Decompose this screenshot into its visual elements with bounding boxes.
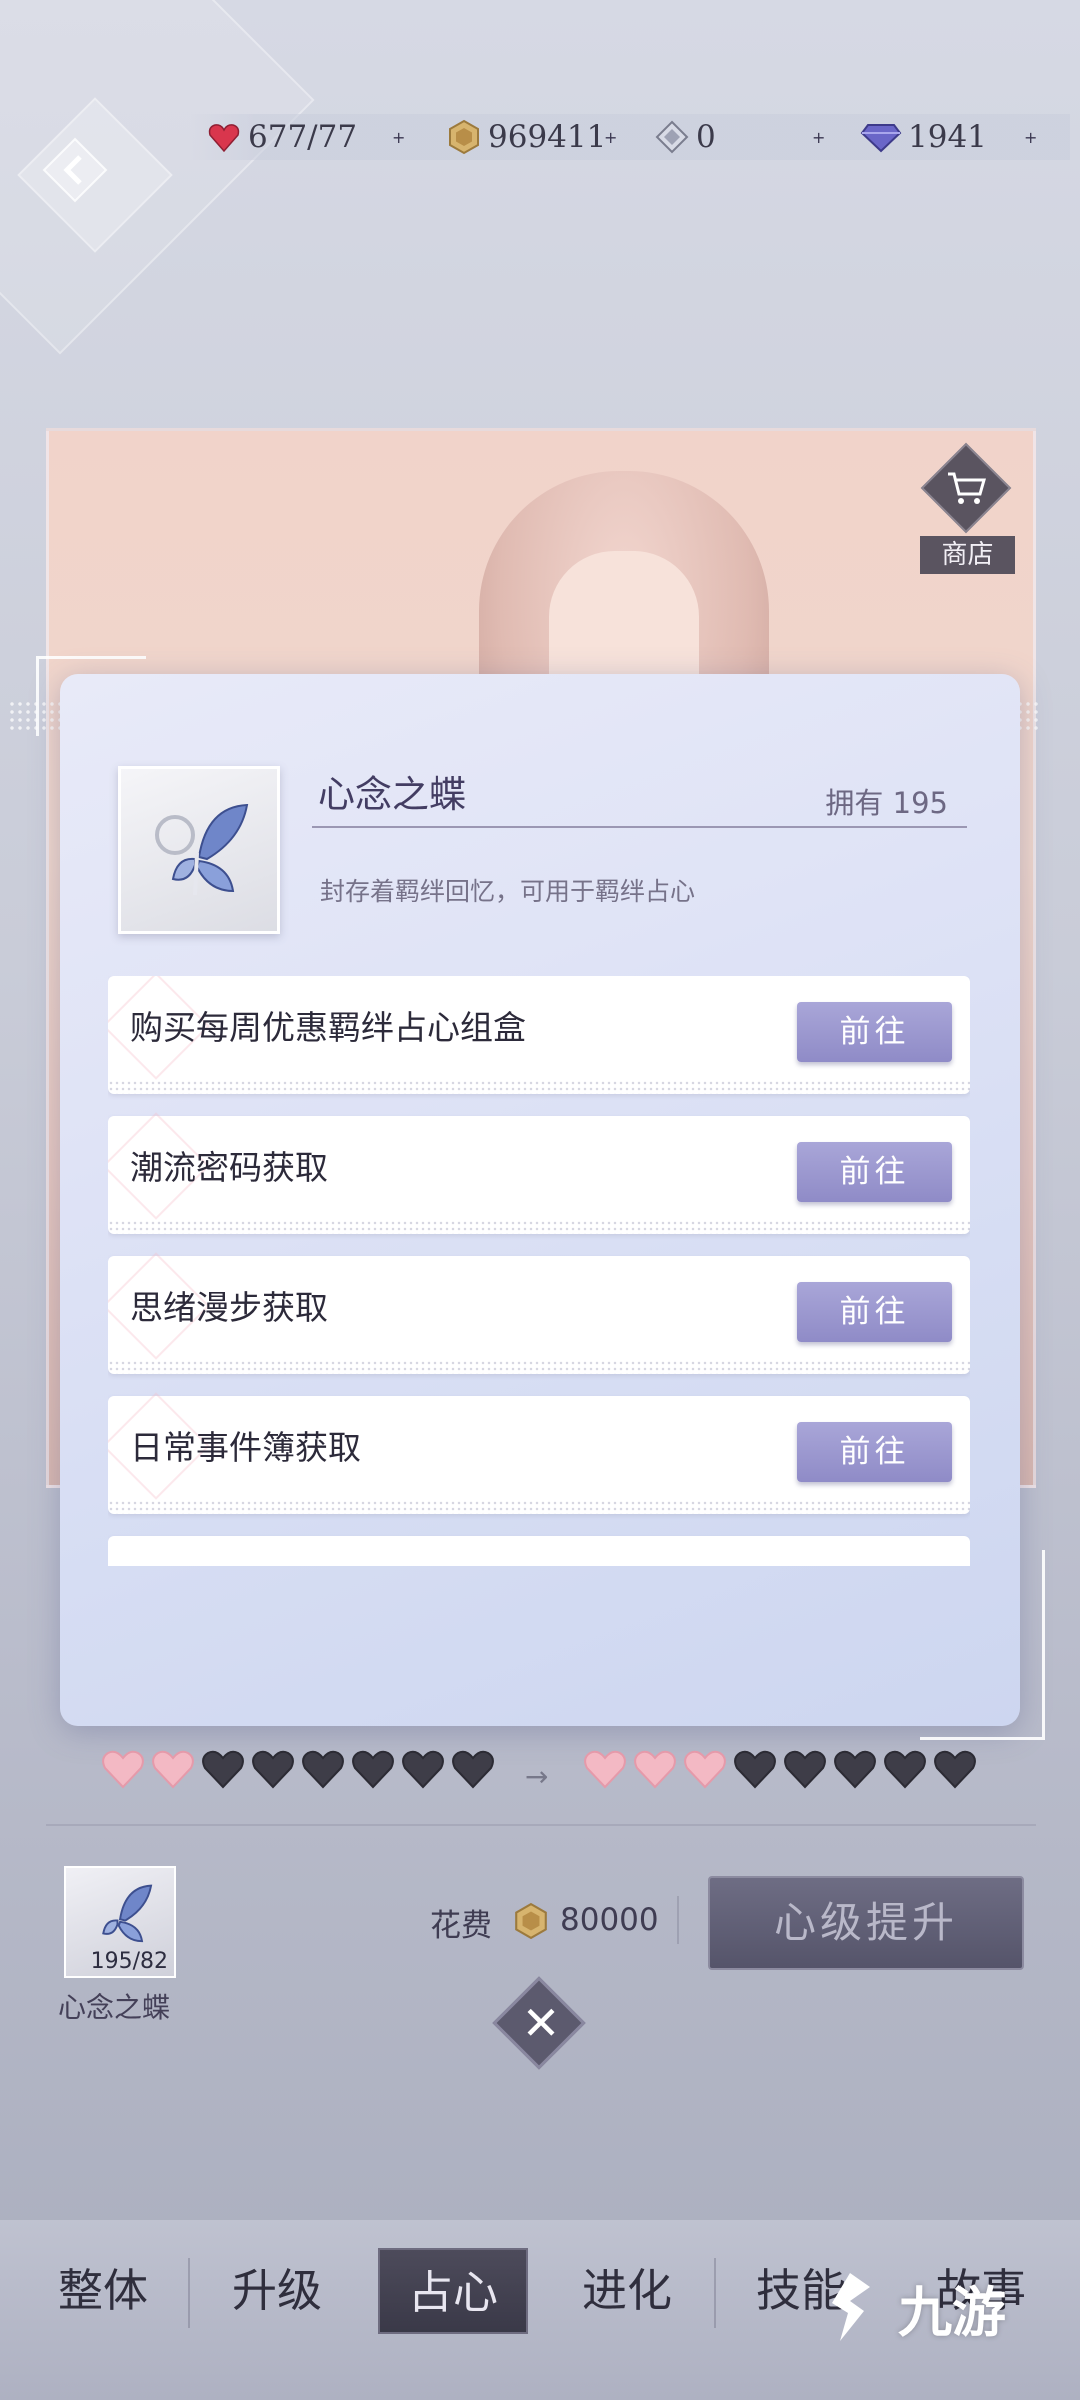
- add-gold-button[interactable]: +: [604, 114, 617, 160]
- gold-coin-icon: [515, 1902, 547, 1940]
- diamond-value: 1941: [908, 119, 987, 155]
- add-stamina-button[interactable]: +: [392, 114, 405, 160]
- heart-empty-icon: [784, 1750, 826, 1789]
- heart-empty-icon: [252, 1750, 294, 1789]
- cost-value: 80000: [560, 1902, 659, 1938]
- goto-button[interactable]: 前往: [797, 1142, 952, 1202]
- crystal-value: 0: [696, 119, 716, 155]
- source-label: 思绪漫步获取: [130, 1288, 328, 1327]
- source-row-partial: [108, 1536, 970, 1566]
- crystal-icon: [655, 120, 689, 154]
- item-thumbnail: [118, 766, 280, 934]
- heart-empty-icon: [734, 1750, 776, 1789]
- source-label: 购买每周优惠羁绊占心组盒: [130, 1008, 526, 1047]
- jiuyou-logo-icon: [832, 2273, 870, 2341]
- heart-empty-icon: [352, 1750, 394, 1789]
- stamina-value: 677/77: [248, 119, 358, 155]
- resource-diamond: 1941: [860, 114, 987, 160]
- resource-gold: 969411: [446, 114, 606, 160]
- material-count: 195/82: [90, 1949, 168, 1974]
- shop-button[interactable]: 商店: [920, 442, 1015, 578]
- diamond-icon: [860, 124, 902, 153]
- watermark-text: 九游: [898, 2280, 1006, 2344]
- heart-filled-icon: [152, 1750, 194, 1789]
- tab-separator: [714, 2258, 716, 2328]
- resource-crystal: 0: [654, 114, 716, 160]
- material-name: 心念之蝶: [58, 1991, 171, 2024]
- heart-gem-icon: [208, 124, 240, 153]
- back-arrow-icon[interactable]: [40, 135, 110, 205]
- item-divider: [312, 826, 967, 828]
- heart-empty-icon: [884, 1750, 926, 1789]
- heart-empty-icon: [934, 1750, 976, 1789]
- item-source-popup: 心念之蝶 拥有 195 封存着羁绊回忆，可用于羁绊占心 购买每周优惠羁绊占心组盒…: [60, 674, 1020, 1726]
- tab-upgrade[interactable]: 升级: [202, 2248, 352, 2334]
- add-diamond-button[interactable]: +: [1024, 114, 1037, 160]
- tab-separator: [188, 2258, 190, 2328]
- close-icon[interactable]: ✕: [508, 1990, 574, 2056]
- cost-label: 花费: [430, 1908, 492, 1944]
- heart-filled-icon: [102, 1750, 144, 1789]
- source-label: 潮流密码获取: [130, 1148, 328, 1187]
- goto-button[interactable]: 前往: [797, 1282, 952, 1342]
- current-heart-level: [100, 1748, 500, 1794]
- source-row: 思绪漫步获取 前往: [108, 1252, 970, 1374]
- gold-coin-icon: [449, 119, 479, 155]
- butterfly-charm-icon: [102, 1884, 153, 1943]
- cost-separator: [677, 1896, 679, 1944]
- shopping-cart-icon: [948, 472, 986, 504]
- goto-button[interactable]: 前往: [797, 1002, 952, 1062]
- heart-filled-icon: [584, 1750, 626, 1789]
- heart-level-upgrade-button[interactable]: 心级提升: [708, 1876, 1024, 1970]
- level-arrow: →: [525, 1760, 549, 1793]
- heart-filled-icon: [634, 1750, 676, 1789]
- heart-empty-icon: [452, 1750, 494, 1789]
- heart-empty-icon: [202, 1750, 244, 1789]
- next-heart-level: [582, 1748, 982, 1794]
- popup-corner-decoration: [920, 1550, 1045, 1740]
- source-row: 潮流密码获取 前往: [108, 1112, 970, 1234]
- add-crystal-button[interactable]: +: [812, 114, 825, 160]
- item-owned-count: 拥有 195: [825, 786, 948, 820]
- source-list[interactable]: 购买每周优惠羁绊占心组盒 前往 潮流密码获取 前往 思绪漫步获取 前往 日常事件…: [108, 976, 970, 1566]
- tab-overall[interactable]: 整体: [28, 2248, 178, 2334]
- resource-stamina: 677/77: [206, 114, 357, 160]
- jiuyou-watermark: 九游: [820, 2262, 1006, 2352]
- tab-evolve[interactable]: 进化: [552, 2248, 702, 2334]
- gold-value: 969411: [488, 119, 607, 155]
- heart-empty-icon: [302, 1750, 344, 1789]
- heart-empty-icon: [834, 1750, 876, 1789]
- heart-filled-icon: [684, 1750, 726, 1789]
- source-row: 日常事件簿获取 前往: [108, 1392, 970, 1514]
- item-description: 封存着羁绊回忆，可用于羁绊占心: [320, 877, 696, 906]
- item-name: 心念之蝶: [318, 773, 466, 816]
- source-label: 日常事件簿获取: [130, 1428, 361, 1467]
- goto-button[interactable]: 前往: [797, 1422, 952, 1482]
- tab-heart-divination[interactable]: 占心: [378, 2248, 528, 2334]
- source-row: 购买每周优惠羁绊占心组盒 前往: [108, 976, 970, 1094]
- shop-label: 商店: [920, 536, 1015, 574]
- butterfly-charm-icon: [155, 803, 249, 896]
- section-divider: [46, 1824, 1036, 1826]
- heart-empty-icon: [402, 1750, 444, 1789]
- material-slot[interactable]: 195/82: [64, 1866, 176, 1978]
